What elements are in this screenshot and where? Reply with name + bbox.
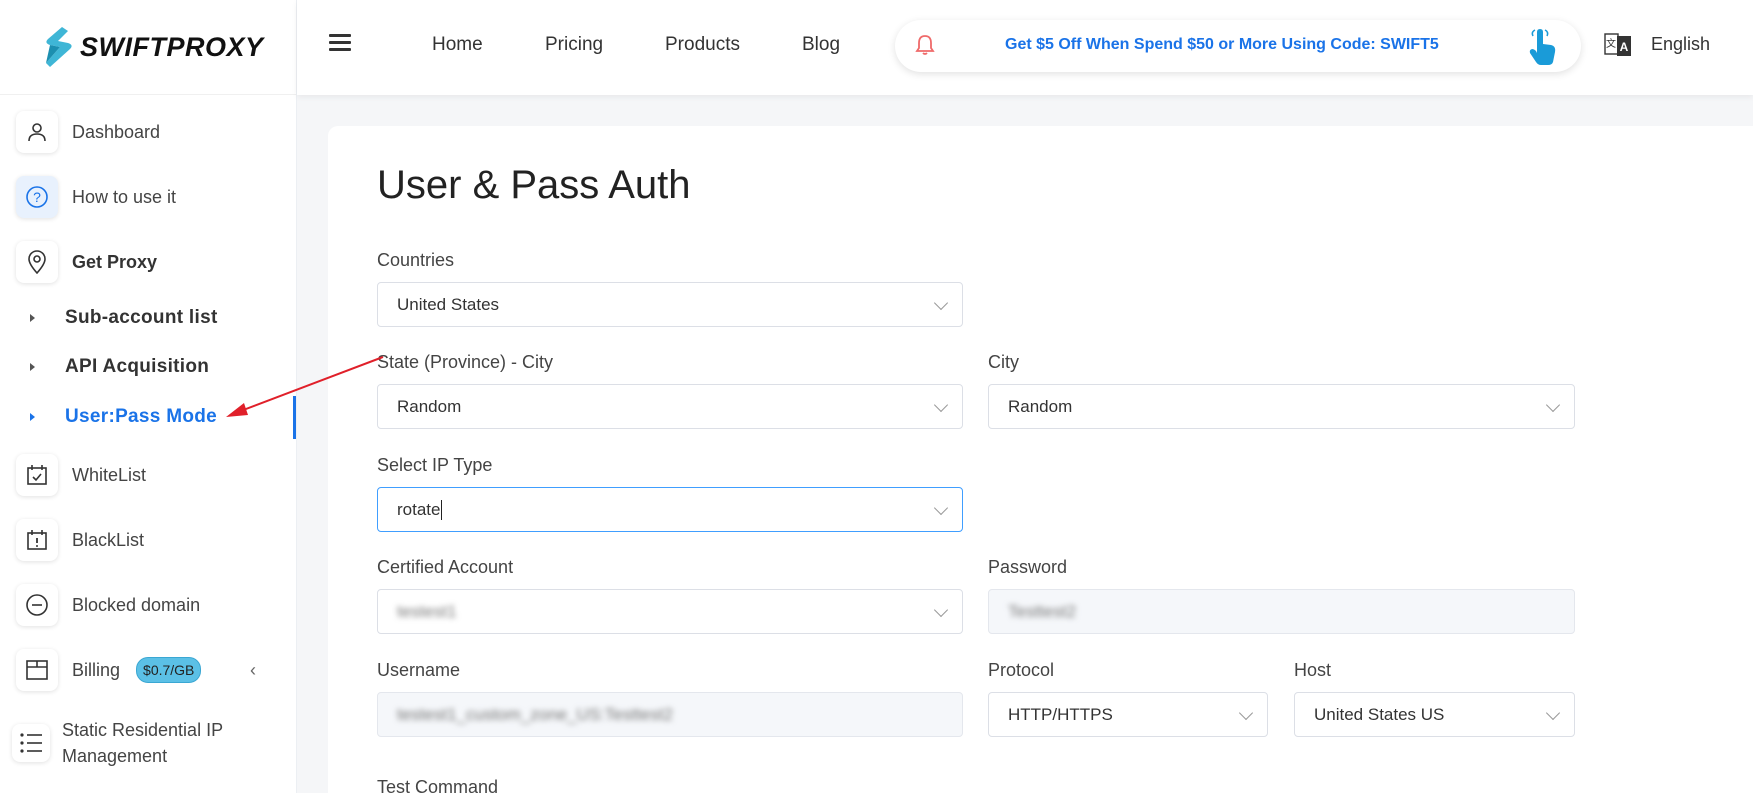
logo[interactable]: SWIFTPROXY xyxy=(0,0,296,95)
username-field: testest1_custom_zone_US:Testtest2 xyxy=(377,692,963,737)
countries-value: United States xyxy=(397,294,500,314)
city-value: Random xyxy=(1008,396,1073,416)
state-value: Random xyxy=(397,396,462,416)
host-label: Host xyxy=(1294,660,1332,680)
box-icon xyxy=(16,649,58,691)
ip-type-select[interactable]: rotate xyxy=(377,487,963,532)
password-value: Testtest2 xyxy=(1008,601,1077,621)
sidebar-item-billing[interactable]: Billing $0.7/GB xyxy=(16,645,202,695)
sidebar-subitem-label: User:Pass Mode xyxy=(65,406,218,427)
list-icon xyxy=(12,724,50,762)
sidebar-item-static-residential[interactable]: Static Residential IP Management xyxy=(12,713,252,773)
state-label: State (Province) - City xyxy=(377,352,554,372)
ip-type-value: rotate xyxy=(397,499,441,519)
price-badge: $0.7/GB xyxy=(136,657,202,683)
countries-label: Countries xyxy=(377,250,455,270)
nav-link-products[interactable]: Products xyxy=(665,34,740,56)
protocol-value: HTTP/HTTPS xyxy=(1008,704,1113,724)
protocol-label: Protocol xyxy=(988,660,1055,680)
sidebar-subitem-sub-account-list[interactable]: Sub-account list xyxy=(30,302,218,334)
sidebar-item-blacklist[interactable]: BlackList xyxy=(16,515,144,565)
sidebar-item-label: Billing xyxy=(72,659,121,680)
location-pin-icon xyxy=(16,241,58,283)
language-selector[interactable]: English xyxy=(1651,34,1710,55)
password-label: Password xyxy=(988,557,1068,577)
user-icon xyxy=(16,111,58,153)
sidebar-item-how-to-use[interactable]: ? How to use it xyxy=(16,172,176,222)
promo-banner[interactable]: Get $5 Off When Spend $50 or More Using … xyxy=(895,20,1581,72)
pointing-hand-icon xyxy=(1529,29,1556,65)
chevron-down-icon xyxy=(1238,705,1254,721)
ip-type-label: Select IP Type xyxy=(377,455,493,475)
swiftproxy-logo-icon xyxy=(46,27,72,67)
host-value: United States US xyxy=(1314,704,1445,724)
sidebar-item-label: Blocked domain xyxy=(72,594,201,615)
top-header: Home Pricing Products Blog Get $5 Off Wh… xyxy=(297,0,1753,95)
calendar-check-icon xyxy=(16,454,58,496)
calendar-alert-icon xyxy=(16,519,58,561)
sidebar-subitem-label: API Acquisition xyxy=(65,356,210,377)
state-select[interactable]: Random xyxy=(377,384,963,429)
chevron-down-icon xyxy=(933,397,949,413)
chevron-down-icon xyxy=(933,500,949,516)
sidebar-item-label: How to use it xyxy=(72,186,177,207)
sidebar: SWIFTPROXY Dashboard ? How to use it Get… xyxy=(0,0,297,793)
question-icon: ? xyxy=(16,176,58,218)
city-label: City xyxy=(988,352,1019,372)
svg-text:?: ? xyxy=(33,189,41,205)
caret-right-icon xyxy=(30,314,35,322)
sidebar-subitem-api-acquisition[interactable]: API Acquisition xyxy=(30,351,209,383)
account-select[interactable]: testest1 xyxy=(377,589,963,634)
chevron-down-icon xyxy=(1545,705,1561,721)
sidebar-item-label: BlackList xyxy=(72,529,145,550)
sidebar-item-label: Dashboard xyxy=(72,121,161,142)
sidebar-item-get-proxy[interactable]: Get Proxy xyxy=(16,237,157,287)
translate-icon[interactable]: A 文 xyxy=(1604,31,1632,59)
caret-right-icon xyxy=(30,413,35,421)
password-field: Testtest2 xyxy=(988,589,1575,634)
menu-icon[interactable] xyxy=(329,34,351,56)
brand-name: SWIFTPROXY xyxy=(80,31,264,62)
account-value: testest1 xyxy=(397,601,457,621)
sidebar-item-blocked-domain[interactable]: Blocked domain xyxy=(16,580,200,630)
city-select[interactable]: Random xyxy=(988,384,1575,429)
countries-select[interactable]: United States xyxy=(377,282,963,327)
sidebar-item-dashboard[interactable]: Dashboard xyxy=(16,107,160,157)
sidebar-item-label: Get Proxy xyxy=(72,251,158,272)
host-select[interactable]: United States US xyxy=(1294,692,1575,737)
minus-circle-icon xyxy=(16,584,58,626)
svg-text:A: A xyxy=(1620,40,1629,54)
chevron-down-icon xyxy=(1545,397,1561,413)
username-label: Username xyxy=(377,660,461,680)
bell-icon xyxy=(915,35,935,55)
nav-link-blog[interactable]: Blog xyxy=(802,34,840,56)
chevron-down-icon xyxy=(933,602,949,618)
chevron-down-icon xyxy=(933,295,949,311)
svg-text:文: 文 xyxy=(1606,37,1616,50)
sidebar-subitem-user-pass-mode[interactable]: User:Pass Mode xyxy=(30,401,217,433)
active-indicator xyxy=(293,396,296,439)
account-label: Certified Account xyxy=(377,557,514,577)
sidebar-item-whitelist[interactable]: WhiteList xyxy=(16,450,146,500)
promo-text: Get $5 Off When Spend $50 or More Using … xyxy=(1005,36,1439,53)
caret-right-icon xyxy=(30,363,35,371)
sidebar-item-label: Static Residential IP Management xyxy=(62,720,223,766)
username-value: testest1_custom_zone_US:Testtest2 xyxy=(397,704,673,724)
page-title: User & Pass Auth xyxy=(377,163,691,207)
test-command-label: Test Command xyxy=(377,777,499,793)
nav-link-home[interactable]: Home xyxy=(432,34,483,56)
protocol-select[interactable]: HTTP/HTTPS xyxy=(988,692,1268,737)
sidebar-subitem-label: Sub-account list xyxy=(65,307,218,328)
sidebar-item-label: WhiteList xyxy=(72,464,147,485)
chevron-left-icon[interactable]: ‹ xyxy=(250,660,256,681)
text-cursor xyxy=(441,499,443,520)
nav-link-pricing[interactable]: Pricing xyxy=(545,34,603,56)
